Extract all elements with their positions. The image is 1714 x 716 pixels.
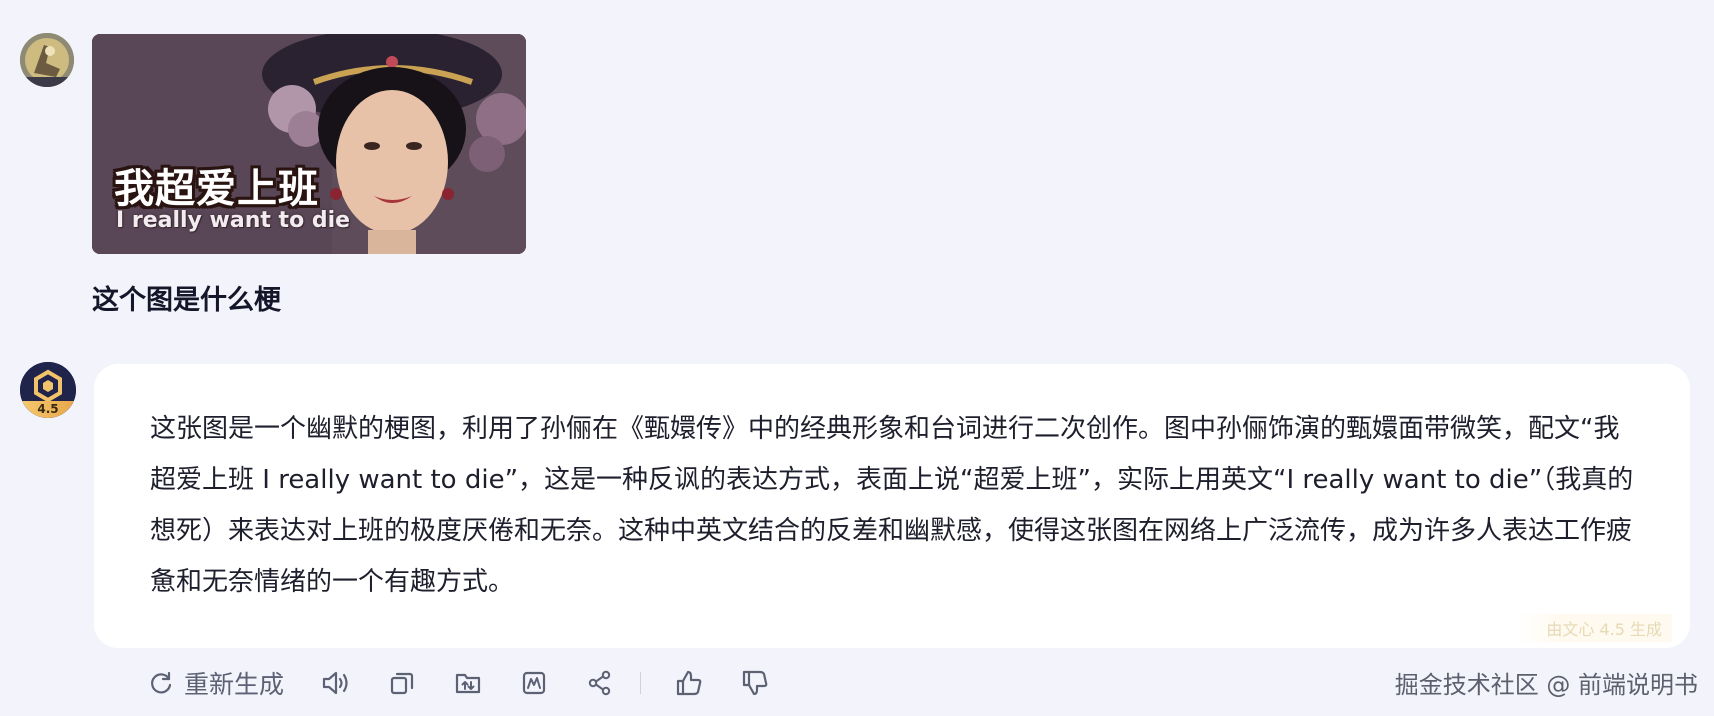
regenerate-button[interactable]: 重新生成 xyxy=(148,665,284,701)
bot-answer-text: 这张图是一个幽默的梗图，利用了孙俪在《甄嬛传》中的经典形象和台词进行二次创作。图… xyxy=(150,414,1634,597)
user-question: 这个图是什么梗 xyxy=(92,285,281,316)
thumbs-down-icon xyxy=(742,670,768,696)
chart-icon xyxy=(522,671,546,695)
model-version-badge: 4.5 xyxy=(20,401,76,418)
watermark: 掘金技术社区 @ 前端说明书 xyxy=(1394,671,1698,699)
read-aloud-button[interactable] xyxy=(318,665,354,701)
share-button[interactable] xyxy=(582,665,618,701)
bot-answer-bubble: 这张图是一个幽默的梗图，利用了孙俪在《甄嬛传》中的经典形象和台词进行二次创作。图… xyxy=(94,364,1690,648)
export-button[interactable] xyxy=(450,665,486,701)
meme-caption-en: I really want to die xyxy=(116,208,351,233)
copy-icon xyxy=(390,672,414,695)
chart-button[interactable] xyxy=(516,665,552,701)
thumbs-up-icon xyxy=(676,670,702,696)
copy-button[interactable] xyxy=(384,665,420,701)
dislike-button[interactable] xyxy=(737,665,773,701)
bot-avatar[interactable]: 4.5 xyxy=(20,362,76,418)
message-action-bar: 重新生成 xyxy=(148,663,773,703)
share-icon xyxy=(588,670,611,696)
speaker-icon xyxy=(322,671,348,695)
action-divider xyxy=(640,672,642,694)
regenerate-label: 重新生成 xyxy=(184,670,285,699)
like-button[interactable] xyxy=(671,665,707,701)
generated-by-note: 由文心 4.5 生成 xyxy=(1516,614,1672,642)
export-folder-icon xyxy=(455,673,481,694)
refresh-icon xyxy=(151,671,172,694)
meme-image[interactable]: 我超爱上班 I really want to die xyxy=(92,34,526,254)
user-avatar[interactable] xyxy=(20,33,74,87)
meme-caption-cn: 我超爱上班 xyxy=(114,166,319,212)
